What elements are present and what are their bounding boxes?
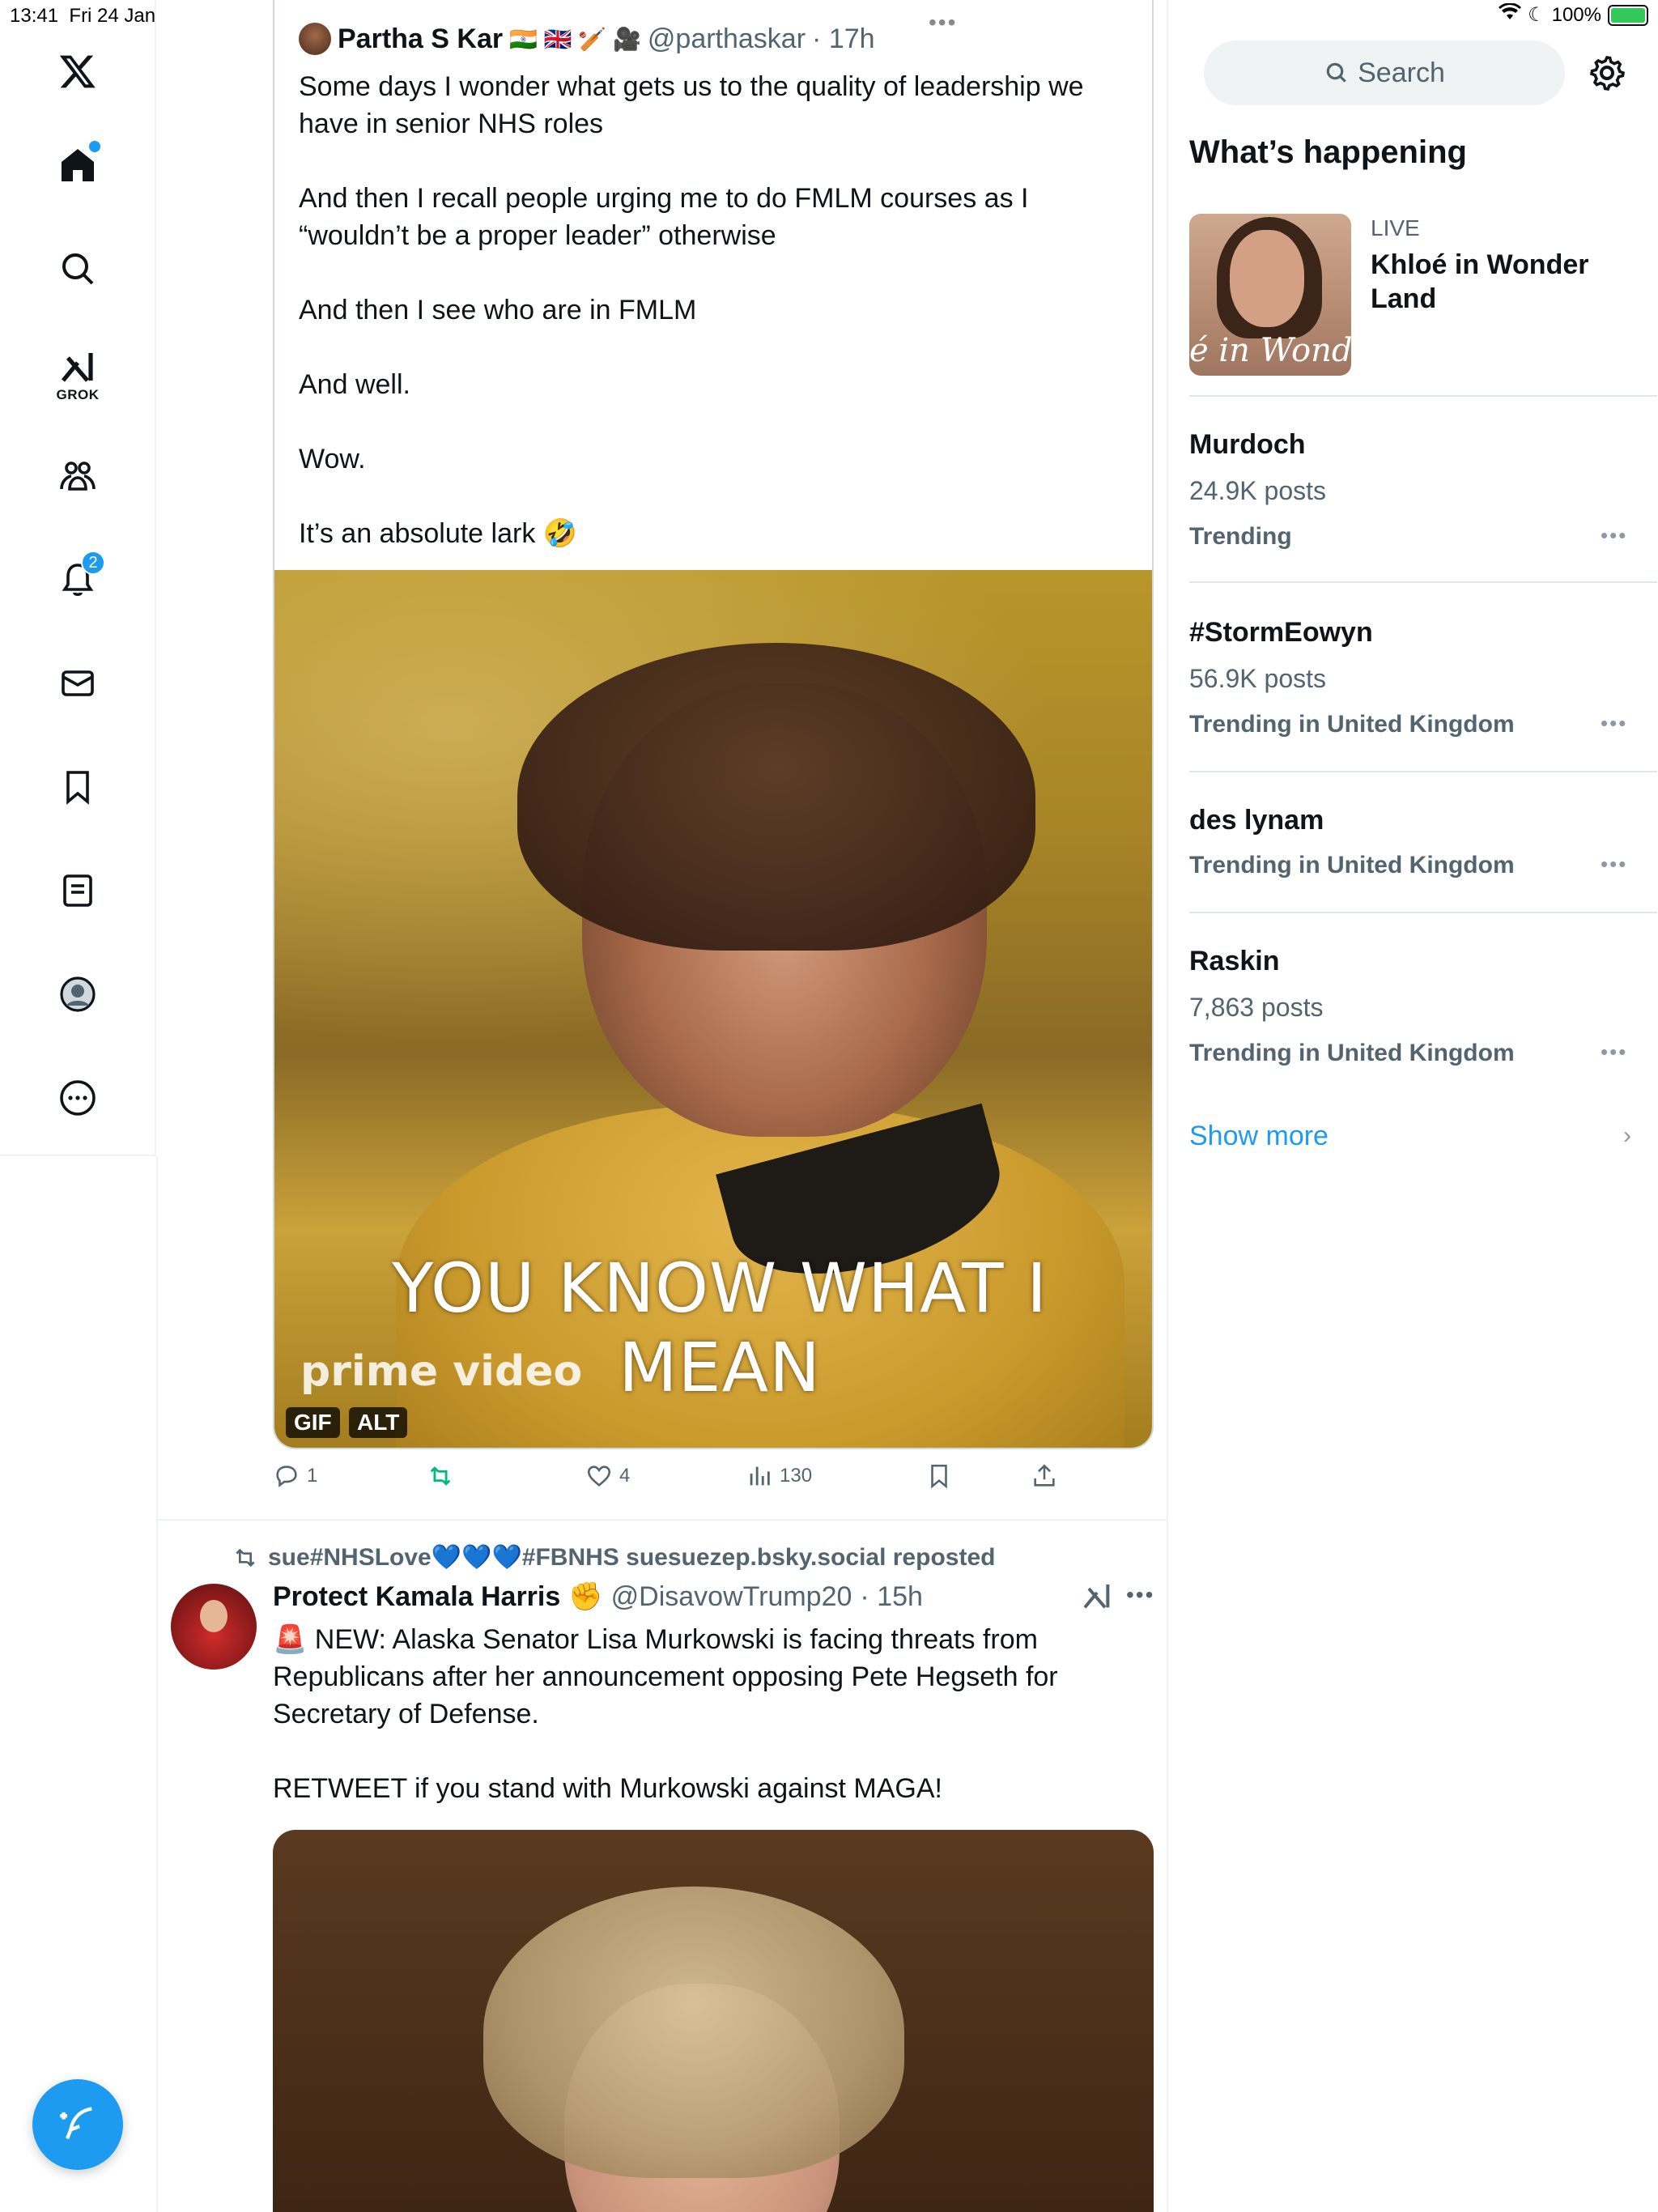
post-more-button[interactable]: ••• [1126,1582,1154,1608]
trend-meta: Trending [1189,523,1292,550]
trend-more-button[interactable]: ••• [1601,711,1627,736]
trend-meta: Trending in United Kingdom [1189,852,1515,878]
home-unread-dot [89,141,100,152]
trend-count: 56.9K posts [1189,664,1326,693]
search-placeholder: Search [1358,57,1445,88]
trend-title[interactable]: #StormEowyn [1189,617,1373,649]
like-icon [587,1465,611,1487]
compose-button[interactable] [32,2079,123,2170]
views-button[interactable]: 130 [746,1462,812,1490]
notifications-badge: 2 [81,551,105,575]
lists-icon[interactable] [45,858,110,923]
quoted-post-header: Partha S Kar 🇮🇳 🇬🇧 🏏 🎥 @parthaskar · 17h [299,23,875,55]
bookmark-icon[interactable] [45,755,110,819]
trend-divider [1189,912,1657,913]
mail-icon[interactable] [45,651,110,716]
share-button[interactable] [1031,1462,1058,1490]
post-paragraph: It’s an absolute lark 🤣 [299,518,578,549]
author-handle[interactable]: @DisavowTrump20 [611,1581,852,1613]
profile-icon[interactable] [45,962,110,1027]
author-emojis: 🇮🇳 🇬🇧 🏏 🎥 [509,26,641,52]
views-count: 130 [780,1465,813,1487]
right-sidebar: Search What’s happening é in Wonder L LI… [1170,0,1658,2212]
views-icon [750,1466,770,1486]
post-header: Protect Kamala Harris ✊ @DisavowTrump20 … [273,1580,923,1613]
post-text: 🚨 NEW: Alaska Senator Lisa Murkowski is … [273,1621,1131,1807]
author-name[interactable]: Partha S Kar [338,23,503,55]
reply-icon [276,1465,297,1487]
communities-icon[interactable] [45,444,110,508]
repost-icon [430,1466,451,1486]
post-photo[interactable] [273,1830,1154,2212]
post-divider [158,1519,1168,1521]
trend-more-button[interactable]: ••• [1601,523,1627,548]
search-box[interactable]: Search [1204,40,1565,105]
gif-media[interactable]: YOU KNOW WHAT I MEAN prime video GIF ALT [274,570,1152,1448]
reposted-by-text: sue#NHSLove💙💙💙#FBNHS suesuezep.bsky.soci… [268,1544,996,1571]
bell-icon[interactable]: 2 [45,547,110,612]
live-label: LIVE [1371,215,1420,240]
home-icon[interactable] [45,133,110,198]
post-time[interactable]: · 15h [860,1581,923,1613]
avatar[interactable] [299,23,331,55]
avatar[interactable] [171,1584,257,1670]
reply-button[interactable]: 1 [273,1462,317,1490]
post-paragraph: Some days I wonder what gets us to the q… [299,71,1084,139]
trend-count: 7,863 posts [1189,993,1324,1022]
post-paragraph: And then I see who are in FMLM [299,295,697,325]
author-name[interactable]: Protect Kamala Harris [273,1581,560,1613]
like-count: 4 [619,1465,631,1487]
trend-divider [1189,771,1657,772]
compose-icon [60,2107,92,2140]
grok-icon[interactable] [1081,1580,1113,1613]
trend-title[interactable]: Raskin [1189,946,1280,977]
search-icon [1326,62,1346,83]
post-paragraph: And well. [299,369,410,400]
trend-divider [1189,581,1657,583]
more-icon[interactable] [45,1066,110,1130]
trend-divider [1189,395,1657,397]
show-more-link[interactable]: Show more [1189,1121,1329,1152]
whats-happening-heading: What’s happening [1189,134,1467,170]
trend-title[interactable]: Murdoch [1189,429,1306,461]
grok-label: GROK [56,387,100,402]
like-button[interactable]: 4 [585,1462,630,1490]
author-emoji: ✊ [568,1581,603,1612]
gear-icon[interactable] [1588,53,1626,92]
trend-title[interactable]: des lynam [1189,805,1324,836]
quoted-post-text: Some days I wonder what gets us to the q… [299,68,1116,552]
quoted-post[interactable]: ••• Partha S Kar 🇮🇳 🇬🇧 🏏 🎥 @parthaskar ·… [273,0,1154,1449]
post-actions: 1 4 130 [273,1462,1154,1495]
post-paragraph: 🚨 NEW: Alaska Senator Lisa Murkowski is … [273,1624,1058,1729]
live-thumb-text: é in Wonder L [1189,332,1351,369]
post-paragraph: RETWEET if you stand with Murkowski agai… [273,1773,942,1804]
post-time[interactable]: · 17h [812,23,875,55]
alt-button[interactable]: ALT [349,1407,408,1438]
timeline: ••• Partha S Kar 🇮🇳 🇬🇧 🏏 🎥 @parthaskar ·… [158,0,1168,2212]
gif-brand-watermark: prime video [300,1347,583,1396]
trend-more-button[interactable]: ••• [1601,1040,1627,1065]
reply-count: 1 [307,1465,318,1487]
left-nav: GROK 2 [0,0,156,1156]
share-icon [1034,1464,1055,1487]
repost-icon [236,1548,255,1567]
gif-tag: GIF [286,1407,340,1438]
chevron-right-icon: › [1623,1122,1631,1149]
repost-button[interactable] [427,1462,454,1490]
author-handle[interactable]: @parthaskar [648,23,806,55]
trend-meta: Trending in United Kingdom [1189,1040,1515,1066]
trend-meta: Trending in United Kingdom [1189,711,1515,738]
bookmark-icon [931,1464,947,1489]
search-icon[interactable] [45,236,110,301]
live-event-thumbnail[interactable]: é in Wonder L [1189,214,1351,376]
post-paragraph: Wow. [299,444,366,474]
live-event-title[interactable]: Khloé in Wonder Land [1371,248,1646,316]
drag-handle[interactable]: ••• [929,10,957,36]
repost-context[interactable]: sue#NHSLove💙💙💙#FBNHS suesuezep.bsky.soci… [232,1543,995,1572]
trend-more-button[interactable]: ••• [1601,852,1627,877]
bookmark-button[interactable] [925,1462,953,1490]
x-logo-icon[interactable] [45,39,110,104]
trend-count: 24.9K posts [1189,476,1326,505]
post-paragraph: And then I recall people urging me to do… [299,183,1029,251]
